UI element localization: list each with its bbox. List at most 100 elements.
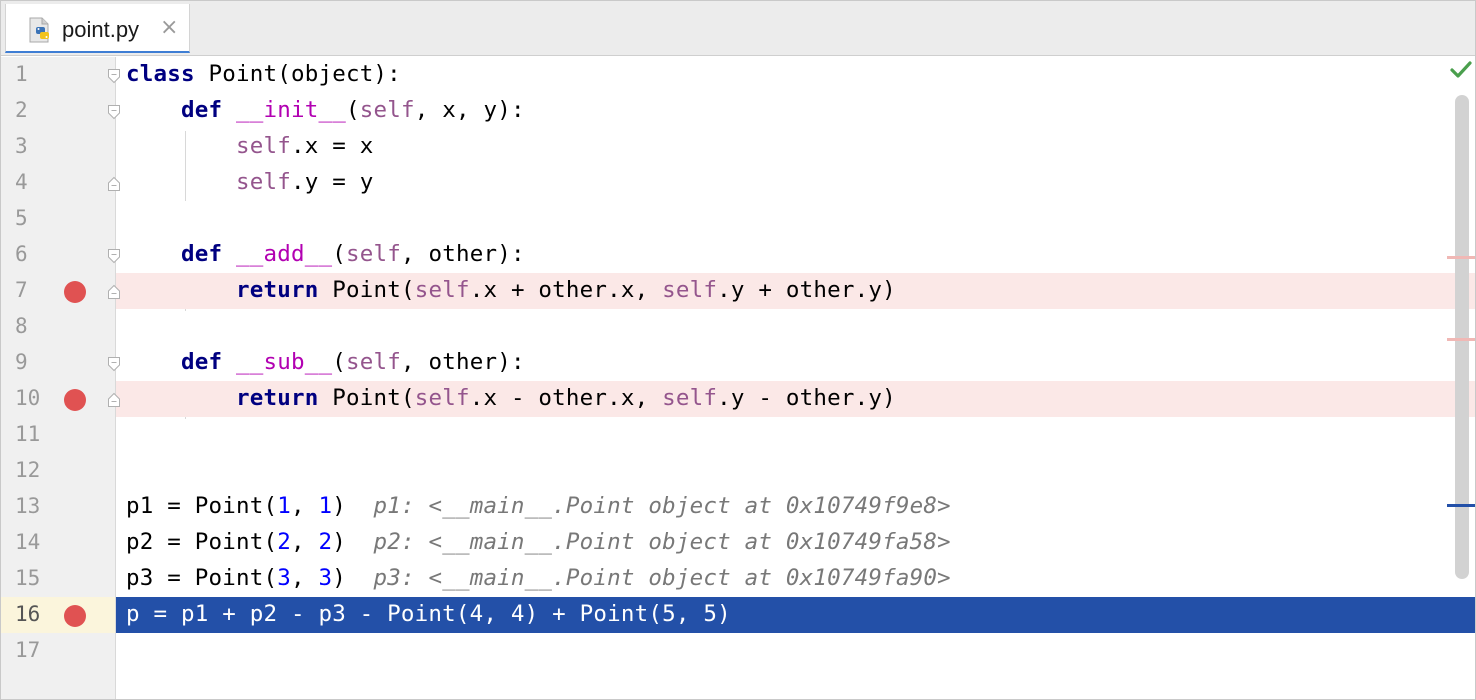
code-token: ) (332, 493, 374, 519)
code-token: __sub__ (236, 349, 333, 375)
close-icon[interactable]: × (160, 15, 178, 40)
code-token: __init__ (236, 97, 346, 123)
code-token: 4 (510, 601, 525, 627)
line-number[interactable]: 16 (15, 602, 40, 626)
code-token: 2 (277, 529, 291, 555)
line-number[interactable]: 14 (15, 530, 40, 554)
code-text[interactable]: p2 = Point(2, 2) p2: <__main__.Point obj… (126, 529, 951, 555)
line-number[interactable]: 12 (15, 458, 40, 482)
code-token: self (235, 133, 291, 159)
code-token: self (414, 385, 470, 411)
code-text[interactable]: return Point(self.x - other.x, self.y - … (126, 385, 896, 411)
code-text[interactable]: def __sub__(self, other): (126, 349, 525, 375)
code-token: p3 = Point( (126, 565, 278, 591)
code-text[interactable]: def __add__(self, other): (126, 241, 525, 267)
code-token: 3 (277, 565, 291, 591)
code-token: .x = x (290, 133, 374, 159)
code-line[interactable]: 4 self.y = y (1, 165, 1475, 201)
tab-label: point.py (62, 17, 140, 42)
breakpoint-icon[interactable] (64, 605, 86, 627)
tab-bar: point.py × (1, 1, 1475, 56)
code-token: 2 (318, 529, 333, 555)
code-token: def (181, 349, 223, 375)
code-token: self (662, 385, 718, 411)
fold-open-icon[interactable] (107, 104, 121, 120)
line-number[interactable]: 9 (15, 350, 28, 374)
code-token: self (235, 169, 291, 195)
inline-debug-value: p3: <__main__.Point object at 0x10749fa9… (373, 565, 951, 591)
line-number[interactable]: 13 (15, 494, 40, 518)
code-line[interactable]: 2 def __init__(self, x, y): (1, 93, 1475, 129)
breakpoint-marker[interactable] (1447, 338, 1475, 341)
code-line[interactable]: 6 def __add__(self, other): (1, 237, 1475, 273)
line-number[interactable]: 2 (15, 98, 28, 122)
line-number[interactable]: 17 (15, 638, 40, 662)
code-text[interactable]: return Point(self.x + other.x, self.y + … (126, 277, 896, 303)
code-token: p = p1 + p2 - p3 - Point( (126, 601, 470, 627)
line-number[interactable]: 10 (15, 386, 40, 410)
code-token: 4 (469, 601, 484, 627)
code-token: ) + Point( (524, 601, 663, 627)
execution-marker[interactable] (1447, 504, 1475, 507)
fold-open-icon[interactable] (107, 68, 121, 84)
code-token: , (290, 493, 319, 519)
code-token: p1 = Point( (126, 493, 278, 519)
line-number[interactable]: 3 (15, 134, 28, 158)
line-background (116, 453, 1475, 489)
code-token: .x - other.x, (469, 385, 663, 411)
code-token: .y = y (290, 169, 374, 195)
line-number[interactable]: 8 (15, 314, 28, 338)
code-text[interactable]: self.x = x (126, 133, 373, 159)
line-background (116, 417, 1475, 453)
code-token: Point(object): (194, 61, 401, 87)
line-number[interactable]: 15 (15, 566, 40, 590)
breakpoint-icon[interactable] (64, 281, 86, 303)
line-number[interactable]: 6 (15, 242, 28, 266)
code-text[interactable]: self.y = y (126, 169, 373, 195)
code-line[interactable]: 14 p2 = Point(2, 2) p2: <__main__.Point o… (1, 525, 1475, 561)
code-line[interactable]: 10 return Point(self.x - other.x, self.y… (1, 381, 1475, 417)
code-text[interactable]: class Point(object): (126, 61, 401, 87)
code-text[interactable]: p1 = Point(1, 1) p1: <__main__.Point obj… (126, 493, 951, 519)
code-token: ( (332, 241, 346, 267)
code-token: return (235, 277, 319, 303)
code-text[interactable]: p3 = Point(3, 3) p3: <__main__.Point obj… (126, 565, 951, 591)
code-line[interactable]: 1 class Point(object): (1, 57, 1475, 93)
code-token: self (359, 97, 415, 123)
code-token: ) (717, 601, 731, 627)
code-line[interactable]: 17 (1, 633, 1475, 669)
fold-close-icon[interactable] (107, 284, 121, 300)
code-line[interactable]: 8 (1, 309, 1475, 345)
code-line[interactable]: 15 p3 = Point(3, 3) p3: <__main__.Point o… (1, 561, 1475, 597)
code-text[interactable]: def __init__(self, x, y): (126, 97, 525, 123)
code-line[interactable]: 16 p = p1 + p2 - p3 - Point(4, 4) + Point… (1, 597, 1475, 633)
breakpoint-marker[interactable] (1447, 256, 1475, 259)
breakpoint-icon[interactable] (64, 389, 86, 411)
code-line[interactable]: 9 def __sub__(self, other): (1, 345, 1475, 381)
code-line[interactable]: 3 self.x = x (1, 129, 1475, 165)
fold-close-icon[interactable] (107, 392, 121, 408)
code-line[interactable]: 12 (1, 453, 1475, 489)
fold-open-icon[interactable] (107, 356, 121, 372)
line-number[interactable]: 5 (15, 206, 28, 230)
check-icon (1450, 61, 1472, 78)
line-number[interactable]: 7 (15, 278, 28, 302)
code-token: 5 (703, 601, 718, 627)
code-line[interactable]: 5 (1, 201, 1475, 237)
line-number[interactable]: 1 (15, 62, 28, 86)
code-token: Point( (318, 277, 415, 303)
tab-point-py[interactable]: point.py × (5, 4, 190, 53)
code-line[interactable]: 13 p1 = Point(1, 1) p1: <__main__.Point o… (1, 489, 1475, 525)
code-line[interactable]: 11 (1, 417, 1475, 453)
code-text[interactable]: p = p1 + p2 - p3 - Point(4, 4) + Point(5… (126, 601, 731, 627)
line-number[interactable]: 4 (15, 170, 28, 194)
fold-open-icon[interactable] (107, 248, 121, 264)
code-line[interactable]: 7 return Point(self.x + other.x, self.y … (1, 273, 1475, 309)
line-number[interactable]: 11 (15, 422, 40, 446)
fold-close-icon[interactable] (107, 176, 121, 192)
